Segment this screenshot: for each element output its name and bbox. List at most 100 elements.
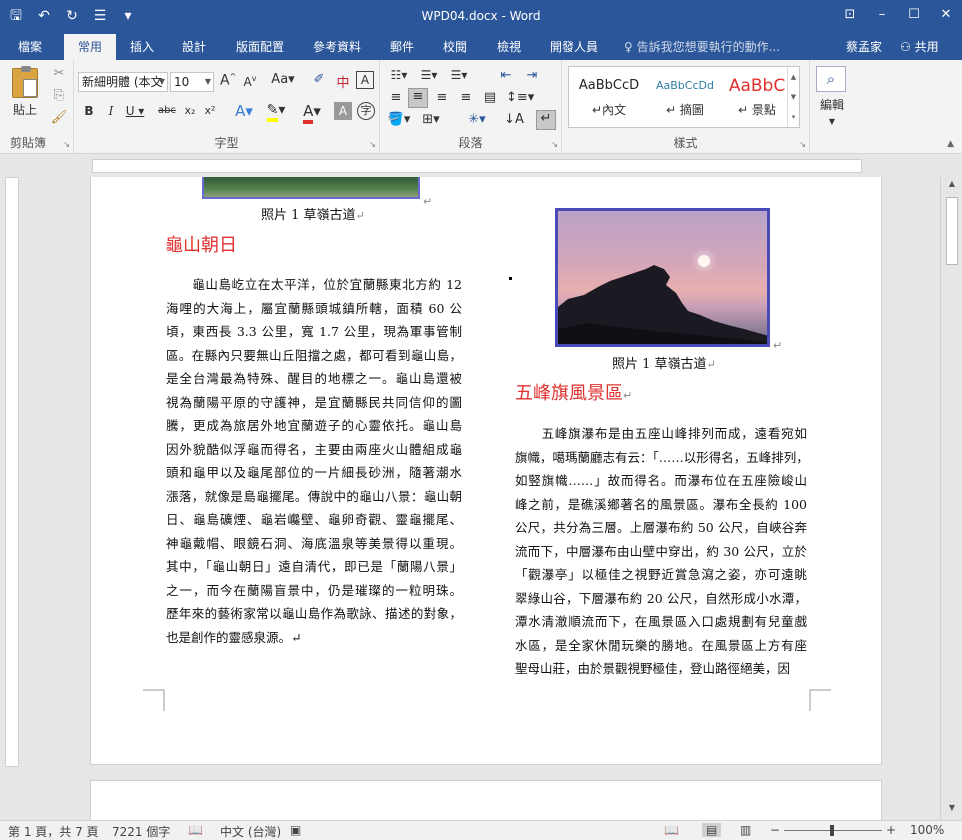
scroll-down-icon[interactable]: ▼ xyxy=(941,803,962,812)
proofing-icon[interactable]: 📖 xyxy=(188,823,203,837)
window-title: WPD04.docx - Word xyxy=(421,9,541,23)
share-button[interactable]: ⚇ 共用 xyxy=(894,36,945,58)
align-left-icon[interactable]: ≡ xyxy=(386,90,406,105)
italic-icon[interactable]: I xyxy=(104,104,118,118)
crop-mark-left xyxy=(143,689,165,711)
tab-view[interactable]: 檢視 xyxy=(488,34,530,60)
user-name[interactable]: 蔡孟家 xyxy=(846,34,882,60)
paste-button[interactable]: 貼上 xyxy=(8,66,42,120)
clear-format-icon[interactable]: ✐ xyxy=(308,72,330,87)
zoom-level[interactable]: 100% xyxy=(910,823,944,837)
tab-home[interactable]: 常用 xyxy=(64,34,116,60)
editing-button[interactable]: 編輯 ▼ xyxy=(812,96,852,127)
line-spacing-icon[interactable]: ↕≡▾ xyxy=(506,90,534,105)
styles-launcher-icon[interactable]: ↘ xyxy=(799,140,806,149)
underline-icon[interactable]: U ▾ xyxy=(124,104,146,118)
photo-top-left[interactable] xyxy=(202,177,420,199)
tab-file[interactable]: 檔案 xyxy=(6,34,54,60)
text-effects-icon[interactable]: A▾ xyxy=(232,102,256,120)
superscript-icon[interactable]: x² xyxy=(202,104,218,117)
close-icon[interactable]: ✕ xyxy=(930,0,962,30)
text-line: 五峰旗瀑布是由五座山峰排列而成，遠看宛如 xyxy=(515,426,807,441)
read-mode-icon[interactable]: 📖 xyxy=(664,823,679,837)
cut-icon[interactable]: ✂ xyxy=(50,66,68,81)
enclose-char-icon[interactable]: 字 xyxy=(357,102,375,120)
document-page[interactable]: 照片 1 草嶺古道↵ ↵ 龜山朝日 龜山島屹立在太平洋，位於宜蘭縣東北方約 12… xyxy=(90,177,882,765)
subscript-icon[interactable]: x₂ xyxy=(182,104,198,117)
collapse-ribbon-icon[interactable]: ▲ xyxy=(947,139,954,149)
clipboard-icon xyxy=(12,66,38,98)
increase-indent-icon[interactable]: ⇥ xyxy=(522,68,542,83)
format-painter-icon[interactable]: 🖌 xyxy=(50,110,68,125)
text-line: 峰之前，是礁溪鄉著名的風景區。瀑布全長約 100 xyxy=(515,496,807,512)
font-size-input[interactable]: 10 ▼ xyxy=(170,72,214,92)
web-layout-icon[interactable]: ▥ xyxy=(740,823,751,837)
language[interactable]: 中文 (台灣) xyxy=(220,823,281,840)
zoom-slider-thumb[interactable] xyxy=(830,825,834,836)
bold-icon[interactable]: B xyxy=(82,104,96,118)
tab-insert[interactable]: 插入 xyxy=(120,34,164,60)
ribbon-display-icon[interactable]: ⊡ xyxy=(834,0,866,30)
zoom-in-icon[interactable]: + xyxy=(886,823,896,837)
copy-icon[interactable]: ⎘ xyxy=(50,88,68,103)
bullets-icon[interactable]: ☷▾ xyxy=(386,68,412,82)
word-count[interactable]: 7221 個字 xyxy=(112,823,170,840)
zoom-out-icon[interactable]: − xyxy=(770,823,780,837)
phonetic-guide-icon[interactable]: 中 xyxy=(334,72,352,91)
vertical-scrollbar[interactable]: ▲ ▼ xyxy=(940,177,962,820)
multilevel-list-icon[interactable]: ☰▾ xyxy=(446,68,472,82)
grow-font-icon[interactable]: A^ xyxy=(220,72,236,89)
tab-developer[interactable]: 開發人員 xyxy=(542,34,606,60)
maximize-icon[interactable]: ☐ xyxy=(898,0,930,30)
tab-references[interactable]: 參考資料 xyxy=(304,34,370,60)
style-normal[interactable]: AaBbCcD ↵內文 xyxy=(571,71,647,125)
borders-icon[interactable]: ⊞▾ xyxy=(418,112,444,127)
font-launcher-icon[interactable]: ↘ xyxy=(369,140,376,149)
strikethrough-icon[interactable]: abc xyxy=(156,105,178,116)
style-name: ↵ 景點 xyxy=(738,103,776,117)
vertical-ruler[interactable] xyxy=(5,177,19,767)
style-spot[interactable]: AaBbC ↵ 景點 xyxy=(719,71,795,125)
minimize-icon[interactable]: – xyxy=(866,0,898,30)
ribbon-tabs: 檔案 常用 插入 設計 版面配置 參考資料 郵件 校閱 檢視 開發人員 ♀ 告訴… xyxy=(0,34,962,60)
tab-layout[interactable]: 版面配置 xyxy=(228,34,292,60)
page-count[interactable]: 第 1 頁，共 7 頁 xyxy=(8,823,99,840)
window-controls: ⊡ – ☐ ✕ xyxy=(834,0,962,30)
char-border-icon[interactable]: A xyxy=(356,71,374,89)
tab-review[interactable]: 校閱 xyxy=(434,34,476,60)
search-icon[interactable]: ⌕ xyxy=(816,66,846,92)
chevron-down-icon: ▼ xyxy=(158,77,165,86)
paragraph-launcher-icon[interactable]: ↘ xyxy=(551,140,558,149)
sort-icon[interactable]: ↓A xyxy=(504,112,524,127)
text-line: 旗幟，噶瑪蘭廳志有云：「……以形得名，五峰排列， xyxy=(515,449,807,465)
style-caption[interactable]: AaBbCcDd ↵ 摘圖 xyxy=(647,71,723,125)
tab-design[interactable]: 設計 xyxy=(172,34,216,60)
shading-icon[interactable]: 🪣▾ xyxy=(386,112,412,127)
macro-icon[interactable]: ▣ xyxy=(290,823,301,837)
ruler-track[interactable] xyxy=(92,159,862,173)
distributed-icon[interactable]: ▤ xyxy=(480,90,500,105)
font-name-input[interactable]: 新細明體 (本文 ▼ xyxy=(78,72,168,92)
shrink-font-icon[interactable]: Av xyxy=(242,74,258,89)
justify-icon[interactable]: ≡ xyxy=(456,90,476,105)
styles-scroll[interactable]: ▲ ▼ ▾ xyxy=(787,67,799,127)
tell-me-box[interactable]: ♀ 告訴我您想要執行的動作... xyxy=(624,34,780,60)
photo-turtle-island[interactable] xyxy=(555,208,770,347)
asian-layout-icon[interactable]: ✳▾ xyxy=(464,112,490,127)
scroll-thumb[interactable] xyxy=(946,197,958,265)
show-marks-icon[interactable]: ↵ xyxy=(536,110,556,130)
font-color-icon[interactable]: A▾ xyxy=(300,102,324,124)
tab-mailings[interactable]: 郵件 xyxy=(382,34,422,60)
next-page[interactable] xyxy=(90,780,882,820)
highlight-icon[interactable]: ✎▾ xyxy=(264,102,288,122)
scroll-up-icon[interactable]: ▲ xyxy=(941,179,962,188)
clipboard-launcher-icon[interactable]: ↘ xyxy=(63,140,70,149)
change-case-icon[interactable]: Aa▾ xyxy=(270,72,296,87)
decrease-indent-icon[interactable]: ⇤ xyxy=(496,68,516,83)
text-line: 其中，「龜山朝日」遠自清代，即已是「蘭陽八景」 xyxy=(166,559,462,574)
align-center-icon[interactable]: ≡ xyxy=(408,88,428,108)
align-right-icon[interactable]: ≡ xyxy=(432,90,452,105)
char-shading-icon[interactable]: A xyxy=(334,102,352,120)
print-layout-icon[interactable]: ▤ xyxy=(702,823,722,837)
numbering-icon[interactable]: ☰▾ xyxy=(416,68,442,82)
